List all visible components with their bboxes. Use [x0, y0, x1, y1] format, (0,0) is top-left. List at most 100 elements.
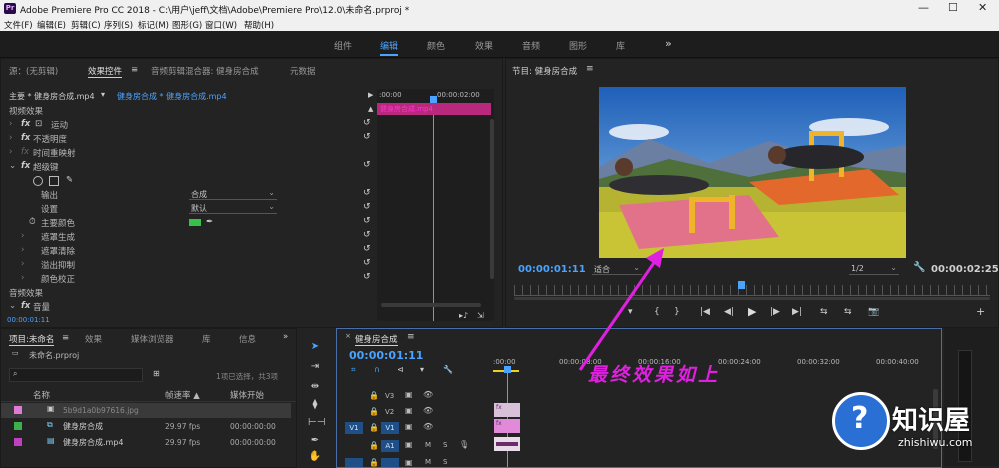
- label-color-swatch[interactable]: [14, 422, 22, 430]
- disclosure-arrow-icon[interactable]: ›: [21, 245, 24, 255]
- play-only-audio-icon[interactable]: ▶: [368, 91, 373, 99]
- mute-icon[interactable]: M: [425, 441, 431, 449]
- workspace-color[interactable]: 颜色: [427, 39, 445, 52]
- timeline-sequence-tab[interactable]: 健身房合成: [355, 333, 398, 346]
- workspace-graphics[interactable]: 图形: [569, 39, 587, 52]
- ellipse-mask-icon[interactable]: [33, 176, 43, 186]
- workspace-effects[interactable]: 效果: [475, 39, 493, 52]
- track-label-v1[interactable]: V1: [381, 422, 399, 434]
- export-frame-icon[interactable]: 📷: [868, 307, 879, 317]
- search-input[interactable]: ⌕: [9, 368, 143, 382]
- pen-mask-icon[interactable]: ✎: [66, 175, 73, 185]
- mini-vertical-scrollbar[interactable]: [490, 119, 494, 279]
- sync-lock-icon[interactable]: ▣: [405, 440, 413, 449]
- workspace-more-icon[interactable]: »: [665, 37, 672, 50]
- eyedropper-icon[interactable]: ✒: [206, 217, 213, 227]
- clip-a1-audio[interactable]: [494, 437, 520, 451]
- tab-info[interactable]: 信息: [239, 333, 256, 345]
- menu-help[interactable]: 帮助(H): [244, 19, 274, 31]
- lock-icon[interactable]: 🔒: [369, 391, 379, 400]
- effect-row-ultra-key[interactable]: ⌄ fx 超级键 ↺: [1, 160, 376, 174]
- disclosure-arrow-icon[interactable]: ›: [9, 147, 12, 157]
- column-frame-rate[interactable]: 帧速率 ▲: [165, 389, 200, 401]
- disclosure-open-icon[interactable]: ⌄: [9, 161, 16, 171]
- sync-lock-icon[interactable]: ▣: [405, 422, 413, 431]
- column-media-start[interactable]: 媒体开始: [230, 389, 264, 401]
- fx-badge-icon[interactable]: fx: [21, 119, 30, 129]
- sync-lock-icon[interactable]: ▣: [405, 406, 413, 415]
- motion-transform-icon[interactable]: ⊡: [35, 119, 42, 129]
- timeline-settings-icon[interactable]: 🔧: [443, 365, 453, 374]
- reset-icon[interactable]: ↺: [363, 244, 371, 254]
- stopwatch-icon[interactable]: ⏱: [29, 217, 36, 227]
- close-sequence-icon[interactable]: ×: [345, 332, 351, 340]
- mark-out-icon[interactable]: }: [674, 307, 680, 317]
- menu-marker[interactable]: 标记(M): [138, 19, 169, 31]
- eye-icon[interactable]: 👁: [423, 390, 433, 399]
- program-playhead-handle[interactable]: [738, 281, 745, 289]
- track-label-v2[interactable]: V2: [385, 408, 394, 416]
- tab-source[interactable]: 源：(无剪辑): [9, 65, 58, 77]
- panel-menu-icon[interactable]: ≡: [407, 332, 415, 342]
- reset-icon[interactable]: ↺: [363, 188, 371, 198]
- eye-icon[interactable]: 👁: [423, 406, 433, 415]
- extract-icon[interactable]: ⇆: [844, 307, 852, 317]
- pen-tool-icon[interactable]: ✒: [308, 434, 322, 448]
- playback-resolution-dropdown[interactable]: 1/2 ⌄: [849, 263, 899, 275]
- eye-icon[interactable]: 👁: [423, 422, 433, 431]
- program-monitor-title[interactable]: 节目: 健身房合成: [512, 65, 577, 77]
- microphone-icon[interactable]: 🎙: [459, 440, 469, 449]
- clip-v1-sequence[interactable]: fx: [494, 419, 520, 433]
- source-patch-v1[interactable]: V1: [345, 422, 363, 434]
- tab-menu-icon[interactable]: ≡: [131, 65, 138, 75]
- disclosure-arrow-icon[interactable]: ›: [21, 231, 24, 241]
- maximize-button[interactable]: ☐: [948, 1, 958, 14]
- label-color-swatch[interactable]: [14, 406, 22, 414]
- workspace-libraries[interactable]: 库: [616, 39, 625, 52]
- tab-media-browser[interactable]: 媒体浏览器: [131, 333, 174, 345]
- add-marker-icon[interactable]: ▾: [420, 365, 424, 374]
- column-name[interactable]: 名称: [33, 389, 50, 401]
- menu-graphics[interactable]: 图形(G): [172, 19, 202, 31]
- reset-icon[interactable]: ↺: [363, 272, 371, 282]
- snap-icon[interactable]: ∩: [374, 365, 380, 374]
- lock-icon[interactable]: 🔒: [369, 441, 379, 450]
- tab-effects[interactable]: 效果: [85, 333, 102, 345]
- reset-icon[interactable]: ↺: [363, 216, 371, 226]
- settings-dropdown[interactable]: 默认 ⌄: [189, 202, 277, 214]
- effect-controls-timecode[interactable]: 00:00:01:11: [7, 316, 50, 324]
- label-color-swatch[interactable]: [14, 438, 22, 446]
- tab-project[interactable]: 项目:未命名: [9, 333, 55, 346]
- selection-tool-icon[interactable]: ➤: [308, 340, 322, 354]
- disclosure-arrow-icon[interactable]: ›: [21, 273, 24, 283]
- minimize-button[interactable]: —: [918, 1, 929, 14]
- reset-icon[interactable]: ↺: [363, 118, 371, 128]
- workspace-audio[interactable]: 音频: [522, 39, 540, 52]
- nest-icon[interactable]: ⌗: [351, 365, 356, 375]
- sub-row-spill-suppression[interactable]: › 溢出抑制 ↺: [1, 258, 376, 272]
- effect-controls-mini-timeline[interactable]: :00:00 00:00:02:00 健身房合成.mp4 ▸♪ ⇲: [377, 89, 494, 321]
- tab-metadata[interactable]: 元数据: [290, 65, 316, 77]
- rectangle-mask-icon[interactable]: [49, 176, 59, 186]
- key-color-swatch[interactable]: [189, 219, 201, 226]
- project-item-row[interactable]: ▣ 5b9d1a0b97616.jpg: [1, 403, 291, 418]
- mini-horizontal-scrollbar[interactable]: [381, 303, 481, 307]
- track-label-v3[interactable]: V3: [385, 392, 394, 400]
- razor-tool-icon[interactable]: ⧫: [308, 398, 322, 412]
- fx-badge-icon[interactable]: fx: [21, 161, 30, 171]
- filter-icon[interactable]: ▸♪: [459, 311, 468, 320]
- master-clip-label[interactable]: 主要 * 健身房合成.mp4: [9, 91, 95, 102]
- menu-window[interactable]: 窗口(W): [205, 19, 237, 31]
- step-forward-icon[interactable]: |▶: [770, 307, 780, 317]
- disclosure-open-icon[interactable]: ⌄: [9, 301, 16, 311]
- sub-row-matte-generation[interactable]: › 遮罩生成 ↺: [1, 230, 376, 244]
- output-dropdown[interactable]: 合成 ⌄: [189, 188, 277, 200]
- reset-icon[interactable]: ↺: [363, 230, 371, 240]
- more-tabs-icon[interactable]: »: [283, 332, 288, 342]
- sub-row-color-correction[interactable]: › 颜色校正 ↺: [1, 272, 376, 286]
- project-item-row[interactable]: ⧉ 健身房合成 29.97 fps 00:00:00:00: [1, 419, 291, 434]
- clip-v2-image[interactable]: fx: [494, 403, 520, 417]
- lock-icon[interactable]: 🔒: [369, 423, 379, 432]
- menu-sequence[interactable]: 序列(S): [104, 19, 133, 31]
- panel-menu-icon[interactable]: ≡: [62, 333, 69, 343]
